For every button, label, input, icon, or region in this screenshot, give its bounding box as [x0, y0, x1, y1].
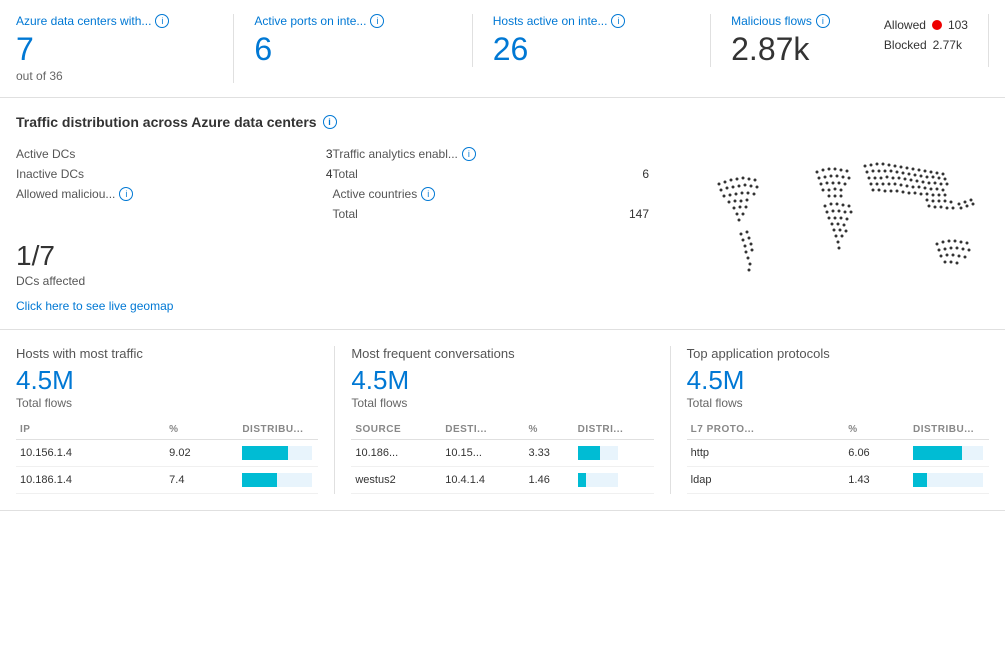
proto-name: ldap [687, 467, 845, 494]
proto-bar [909, 440, 989, 467]
proto-col-distrib: DISTRIBU... [909, 420, 989, 440]
active-dcs-row: Active DCs 3 [16, 144, 333, 164]
hosts-active-info-icon[interactable]: i [611, 14, 625, 28]
proto-col-name: L7 PROTO... [687, 420, 845, 440]
host-pct: 7.4 [165, 467, 238, 494]
active-ports-value: 6 [254, 32, 451, 67]
hosts-panel: Hosts with most traffic 4.5M Total flows… [16, 346, 335, 494]
protocols-panel-sub: Total flows [687, 396, 989, 410]
conv-dest: 10.4.1.4 [441, 467, 524, 494]
proto-col-pct: % [844, 420, 909, 440]
traffic-analytics-row: Traffic analytics enabl... i [333, 144, 650, 164]
allowed-malicious-row: Allowed maliciou... i [16, 184, 333, 204]
traffic-section-title: Traffic distribution across Azure data c… [16, 114, 989, 130]
protocols-panel-title: Top application protocols [687, 346, 989, 361]
host-pct: 9.02 [165, 440, 238, 467]
azure-dc-sub: out of 36 [16, 69, 213, 83]
hosts-panel-sub: Total flows [16, 396, 318, 410]
conv-bar [574, 467, 654, 494]
conversations-panel-sub: Total flows [351, 396, 653, 410]
protocols-table: L7 PROTO... % DISTRIBU... http 6.06 ldap… [687, 420, 989, 494]
table-row[interactable]: 10.186... 10.15... 3.33 [351, 440, 653, 467]
proto-name: http [687, 440, 845, 467]
active-ports-label[interactable]: Active ports on inte... i [254, 14, 451, 28]
table-row[interactable]: 10.156.1.4 9.02 [16, 440, 318, 467]
table-row[interactable]: http 6.06 [687, 440, 989, 467]
active-ports-metric: Active ports on inte... i 6 [234, 14, 472, 67]
proto-pct: 1.43 [844, 467, 909, 494]
hosts-col-ip: IP [16, 420, 165, 440]
world-map: .dot { fill: #333; } [669, 144, 989, 304]
protocols-panel: Top application protocols 4.5M Total flo… [671, 346, 989, 494]
hosts-panel-value: 4.5M [16, 365, 318, 396]
conv-source: westus2 [351, 467, 441, 494]
inactive-dcs-row: Inactive DCs 4 [16, 164, 333, 184]
table-row[interactable]: westus2 10.4.1.4 1.46 [351, 467, 653, 494]
azure-dc-label[interactable]: Azure data centers with... i [16, 14, 213, 28]
traffic-stats: Active DCs 3 Inactive DCs 4 Allowed mali… [16, 144, 649, 313]
traffic-section-info-icon[interactable]: i [323, 115, 337, 129]
conv-dest: 10.15... [441, 440, 524, 467]
conv-col-distrib: DISTRI... [574, 420, 654, 440]
dcs-fraction: 1/7 [16, 240, 649, 272]
azure-dc-metric: Azure data centers with... i 7 out of 36 [16, 14, 234, 83]
active-countries-row: Active countries i [333, 184, 650, 204]
table-row[interactable]: ldap 1.43 [687, 467, 989, 494]
countries-total-row: Total 147 [333, 204, 650, 224]
conversations-panel: Most frequent conversations 4.5M Total f… [335, 346, 670, 494]
conv-source: 10.186... [351, 440, 441, 467]
conversations-panel-value: 4.5M [351, 365, 653, 396]
azure-dc-info-icon[interactable]: i [155, 14, 169, 28]
traffic-distribution-section: Traffic distribution across Azure data c… [0, 98, 1005, 330]
conv-pct: 3.33 [524, 440, 573, 467]
table-row[interactable]: 10.186.1.4 7.4 [16, 467, 318, 494]
conversations-panel-title: Most frequent conversations [351, 346, 653, 361]
dcs-affected-label: DCs affected [16, 274, 649, 288]
host-bar [238, 440, 318, 467]
total-row: Total 6 [333, 164, 650, 184]
proto-pct: 6.06 [844, 440, 909, 467]
hosts-active-label[interactable]: Hosts active on inte... i [493, 14, 690, 28]
host-ip: 10.186.1.4 [16, 467, 165, 494]
conv-pct: 1.46 [524, 467, 573, 494]
proto-bar [909, 467, 989, 494]
traffic-analytics-info-icon[interactable]: i [462, 147, 476, 161]
top-metrics-bar: Azure data centers with... i 7 out of 36… [0, 0, 1005, 98]
malicious-flows-metric: Malicious flows i 2.87k Allowed 103 Bloc… [711, 14, 989, 67]
allowed-row: Allowed 103 [884, 18, 968, 32]
conv-bar [574, 440, 654, 467]
conv-col-source: SOURCE [351, 420, 441, 440]
malicious-flows-value: 2.87k [731, 32, 872, 67]
active-countries-info-icon[interactable]: i [421, 187, 435, 201]
hosts-active-value: 26 [493, 32, 690, 67]
azure-dc-value: 7 [16, 32, 213, 67]
malicious-flows-info-icon[interactable]: i [816, 14, 830, 28]
conversations-table: SOURCE DESTI... % DISTRI... 10.186... 10… [351, 420, 653, 494]
host-ip: 10.156.1.4 [16, 440, 165, 467]
conv-col-dest: DESTI... [441, 420, 524, 440]
allowed-malicious-info-icon[interactable]: i [119, 187, 133, 201]
allowed-dot [932, 20, 942, 30]
host-bar [238, 467, 318, 494]
three-panels: Hosts with most traffic 4.5M Total flows… [0, 330, 1005, 511]
malicious-flows-label[interactable]: Malicious flows i [731, 14, 872, 28]
hosts-table: IP % DISTRIBU... 10.156.1.4 9.02 10.186.… [16, 420, 318, 494]
blocked-row: Blocked 2.77k [884, 38, 968, 52]
geomap-link[interactable]: Click here to see live geomap [16, 299, 173, 313]
hosts-col-pct: % [165, 420, 238, 440]
active-ports-info-icon[interactable]: i [370, 14, 384, 28]
hosts-active-metric: Hosts active on inte... i 26 [473, 14, 711, 67]
conv-col-pct: % [524, 420, 573, 440]
hosts-col-distrib: DISTRIBU... [238, 420, 318, 440]
hosts-panel-title: Hosts with most traffic [16, 346, 318, 361]
protocols-panel-value: 4.5M [687, 365, 989, 396]
